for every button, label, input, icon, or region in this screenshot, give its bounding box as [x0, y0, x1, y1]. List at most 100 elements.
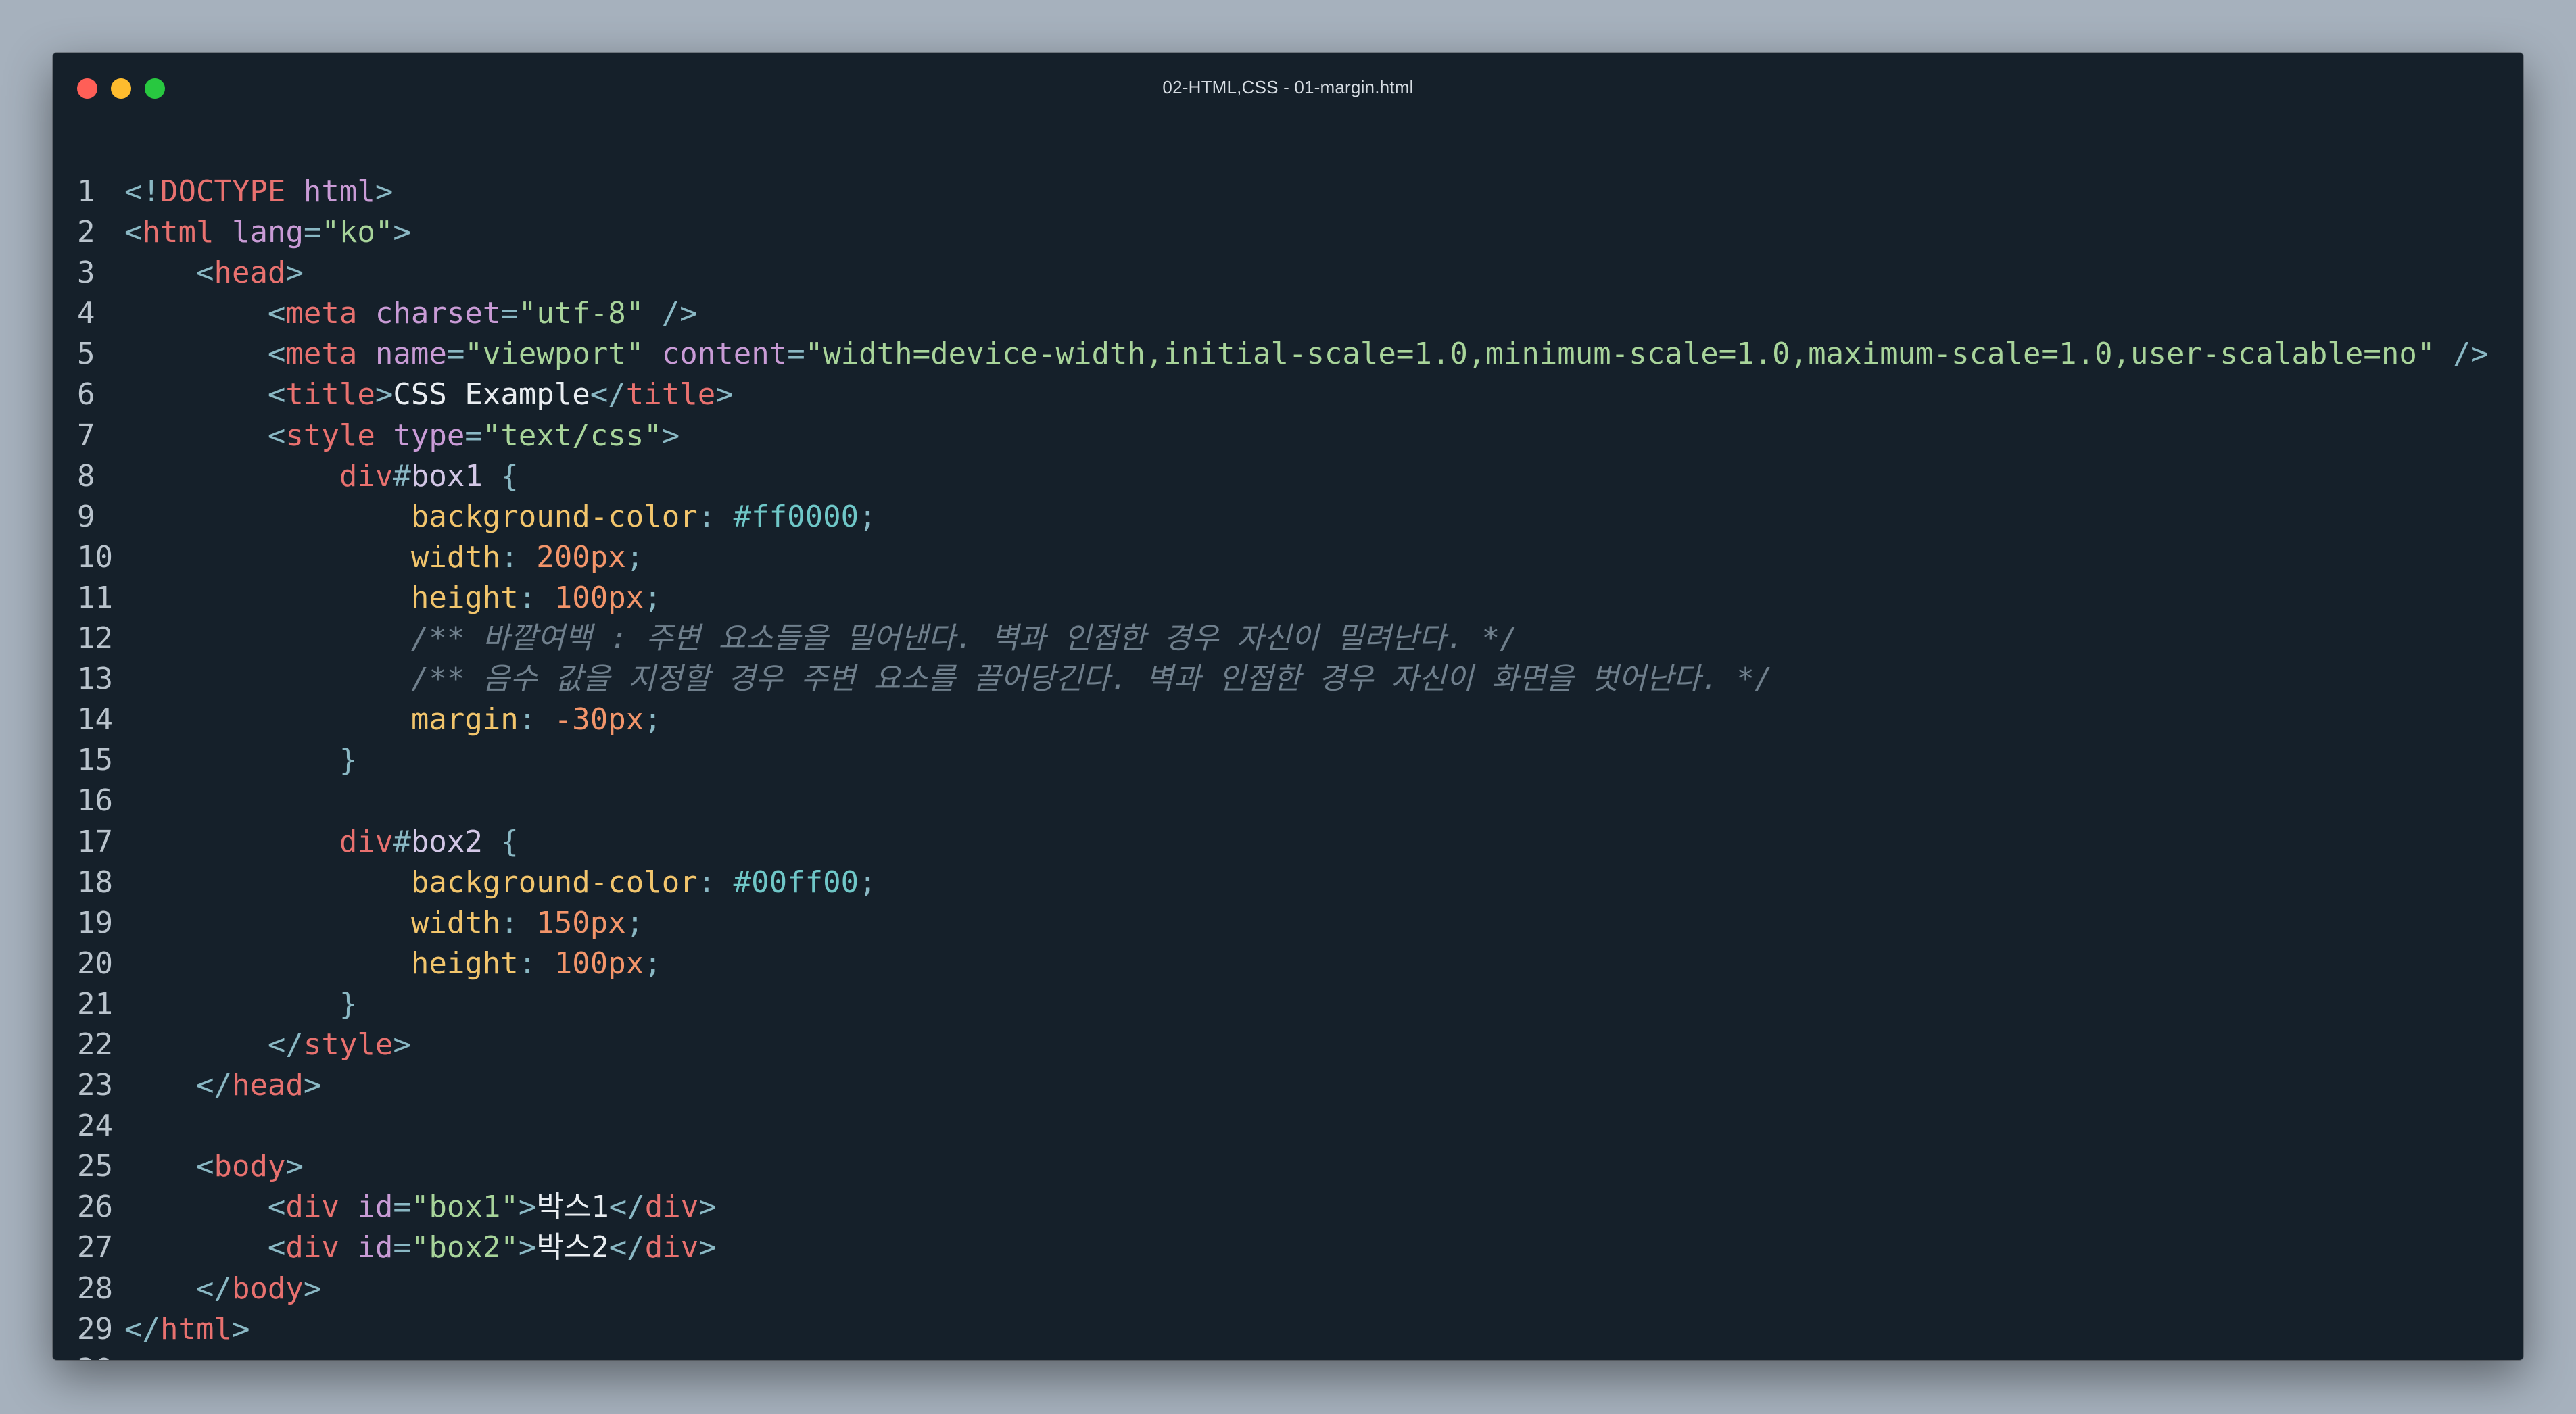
code-token: ;	[644, 702, 662, 737]
line-number: 2	[77, 215, 95, 250]
line-number: 13	[77, 662, 113, 697]
code-token: "viewport"	[464, 337, 644, 372]
code-token: =	[787, 337, 805, 372]
code-line[interactable]: 15 }	[53, 740, 2523, 781]
code-line[interactable]: 28 </body>	[53, 1269, 2523, 1309]
code-line[interactable]: 12 /** 바깥여백 : 주변 요소들을 밀어낸다. 벽과 인접한 경우 자신…	[53, 618, 2523, 659]
code-line[interactable]: 30	[53, 1350, 2523, 1360]
code-token: </	[267, 1027, 304, 1062]
code-token: >	[698, 1190, 717, 1225]
line-number: 7	[77, 418, 95, 453]
code-token: >	[715, 377, 734, 412]
code-line[interactable]: 4 <meta charset="utf-8" />	[53, 293, 2523, 334]
code-line[interactable]: 16	[53, 781, 2523, 821]
code-token: id	[357, 1190, 393, 1225]
code-token: #	[393, 824, 411, 859]
code-token: lang	[231, 215, 304, 250]
code-token: #	[393, 458, 411, 493]
code-token: </	[609, 1190, 645, 1225]
code-token: div	[644, 1190, 699, 1225]
code-token: html	[285, 174, 375, 209]
line-number: 19	[77, 905, 113, 940]
line-number: 28	[77, 1271, 113, 1306]
code-line[interactable]: 21 }	[53, 984, 2523, 1025]
code-token: title	[285, 377, 375, 412]
code-line[interactable]: 26 <div id="box1">박스1</div>	[53, 1187, 2523, 1227]
code-token: /** 바깥여백 : 주변 요소들을 밀어낸다. 벽과 인접한 경우 자신이 밀…	[410, 621, 1518, 656]
code-line[interactable]: 8 div#box1 {	[53, 456, 2523, 497]
code-line[interactable]: 24	[53, 1106, 2523, 1146]
code-token: <	[267, 418, 286, 453]
line-content: div#box2 {	[124, 822, 519, 862]
code-line[interactable]: 13 /** 음수 값을 지정할 경우 주변 요소를 끌어당긴다. 벽과 인접한…	[53, 659, 2523, 700]
code-line[interactable]: 1 <!DOCTYPE html>	[53, 172, 2523, 212]
code-line[interactable]: 20 height: 100px;	[53, 944, 2523, 984]
title-bar: 02-HTML,CSS - 01-margin.html	[53, 53, 2523, 127]
code-line[interactable]: 11 height: 100px;	[53, 578, 2523, 618]
code-token: ;	[625, 905, 644, 940]
line-content: div#box1 {	[124, 456, 519, 497]
code-line[interactable]: 25 <body>	[53, 1146, 2523, 1187]
code-token: 100px	[554, 946, 644, 981]
line-number: 22	[77, 1027, 113, 1062]
code-token: background-color	[410, 864, 698, 900]
code-token: 박스1	[536, 1190, 609, 1225]
code-line[interactable]: 29 </html>	[53, 1309, 2523, 1350]
code-token: <	[124, 215, 143, 250]
code-token: >	[518, 1230, 537, 1265]
code-line[interactable]: 7 <style type="text/css">	[53, 416, 2523, 456]
code-token: :	[500, 539, 537, 575]
code-token: body	[231, 1271, 304, 1306]
code-line[interactable]: 19 width: 150px;	[53, 903, 2523, 944]
code-token: {	[482, 458, 519, 493]
line-content: <div id="box2">박스2</div>	[124, 1227, 717, 1268]
line-content: </body>	[124, 1269, 321, 1309]
code-line[interactable]: 14 margin: -30px;	[53, 700, 2523, 740]
line-number: 1	[77, 174, 95, 209]
code-token: :	[518, 702, 554, 737]
line-content: height: 100px;	[124, 578, 662, 618]
code-token: </	[609, 1230, 645, 1265]
code-line[interactable]: 27 <div id="box2">박스2</div>	[53, 1227, 2523, 1268]
code-line[interactable]: 9 background-color: #ff0000;	[53, 497, 2523, 537]
code-token: type	[393, 418, 465, 453]
code-token: 100px	[554, 580, 644, 615]
line-number: 8	[77, 458, 95, 493]
code-line[interactable]: 2 <html lang="ko">	[53, 212, 2523, 253]
code-token: <	[195, 1149, 214, 1184]
code-line[interactable]: 22 </style>	[53, 1025, 2523, 1065]
code-token: "width=device-width,initial-scale=1.0,mi…	[805, 337, 2435, 372]
code-line[interactable]: 5 <meta name="viewport" content="width=d…	[53, 334, 2523, 374]
code-line[interactable]: 23 </head>	[53, 1065, 2523, 1106]
code-token: background-color	[410, 499, 698, 534]
code-line[interactable]: 18 background-color: #00ff00;	[53, 862, 2523, 903]
code-token: =	[393, 1190, 411, 1225]
code-token: head	[214, 255, 286, 291]
code-token: div	[285, 1190, 339, 1225]
code-token: <	[267, 337, 286, 372]
line-content: </html>	[124, 1309, 249, 1350]
line-content: <meta charset="utf-8" />	[124, 293, 698, 334]
code-line[interactable]: 10 width: 200px;	[53, 537, 2523, 578]
code-token: id	[357, 1230, 393, 1265]
code-token: name	[375, 337, 447, 372]
code-token: <	[267, 1190, 286, 1225]
code-area[interactable]: 1 <!DOCTYPE html> 2 <html lang="ko"> 3 <head…	[53, 172, 2523, 1360]
line-number: 26	[77, 1190, 113, 1225]
code-token: :	[518, 946, 554, 981]
code-line[interactable]: 17 div#box2 {	[53, 822, 2523, 862]
code-line[interactable]: 3 <head>	[53, 253, 2523, 293]
line-content: </style>	[124, 1025, 411, 1065]
code-token: >	[285, 255, 304, 291]
code-token: CSS Example	[393, 377, 590, 412]
code-token: <	[195, 255, 214, 291]
line-number: 10	[77, 539, 113, 575]
code-line[interactable]: 6 <title>CSS Example</title>	[53, 374, 2523, 415]
code-token: html	[160, 1311, 232, 1346]
code-token: width	[410, 539, 501, 575]
code-token: height	[410, 580, 519, 615]
line-content: <html lang="ko">	[124, 212, 411, 253]
